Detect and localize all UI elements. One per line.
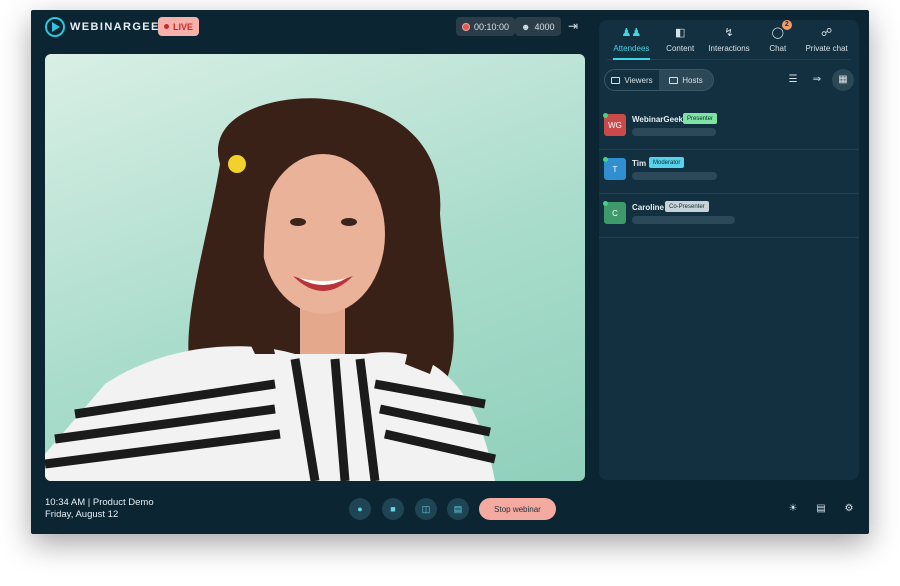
viewers-toggle-button[interactable]: Viewers [605,70,659,90]
placeholder-bar [632,216,735,224]
brightness-icon[interactable]: ☀ [786,502,800,516]
hosts-toggle-button[interactable]: Hosts [659,70,713,90]
viewers-label: Viewers [624,75,653,85]
private-chat-icon: ☍ [821,27,833,39]
webinargeek-logo: WEBINARGEEK [45,17,169,37]
people-icon: ♟♟ [621,27,642,39]
tab-label: Interactions [708,44,750,53]
avatar: C [604,202,626,224]
logo-text: WEBINARGEEK [70,21,170,33]
bolt-icon: ↯ [724,27,734,39]
camera-button[interactable]: ■ [382,498,404,520]
layout-icon[interactable]: ▤ [814,502,828,516]
settings-gear-icon[interactable]: ⚙ [842,502,856,516]
host-name: Tim [632,159,647,168]
tab-label: Private chat [805,44,848,53]
filter-icon[interactable]: ☰ [785,72,801,88]
image-icon: ▤ [453,503,463,514]
attendee-count: 4000 [534,21,555,32]
stop-webinar-button[interactable]: Stop webinar [479,498,556,520]
tab-interactions[interactable]: ↯ Interactions [705,20,754,59]
host-name: WebinarGeek [632,115,683,124]
placeholder-bar [632,172,717,180]
avatar: WG [604,114,626,136]
tab-chat[interactable]: ◯ 2 Chat [753,20,802,59]
host-name: Caroline [632,203,665,212]
microphone-icon: ● [357,504,363,514]
media-button[interactable]: ▤ [447,498,469,520]
online-status-icon [603,113,608,118]
live-label: LIVE [173,21,194,32]
people-icon: ☻ [521,21,531,32]
tab-content[interactable]: ◧ Content [656,20,705,59]
online-status-icon [603,157,608,162]
list-item[interactable]: T Tim Moderator [599,150,859,194]
hosts-list: WG WebinarGeek Presenter T Tim Moderator… [599,106,859,238]
screen-share-button[interactable]: ◫ [415,498,437,520]
session-time-title: 10:34 AM | Product Demo [45,497,154,508]
session-date: Friday, August 12 [45,509,119,520]
recording-timer: 00:10:00 [456,17,516,36]
presenter-image [45,98,496,481]
sidebar-tabs: ♟♟ Attendees ◧ Content ↯ Interactions ◯ … [607,20,851,60]
chat-unread-badge: 2 [781,20,792,30]
role-badge: Presenter [683,113,718,124]
tab-private-chat[interactable]: ☍ Private chat [802,20,851,59]
sign-in-icon[interactable]: ⇒ [809,72,825,88]
attendee-counter: ☻ 4000 [515,17,561,36]
attendees-sidebar: ♟♟ Attendees ◧ Content ↯ Interactions ◯ … [599,20,859,480]
folder-icon: ◧ [674,27,686,39]
avatar: T [604,158,626,180]
role-badge: Moderator [649,157,685,168]
camera-icon: ■ [390,504,396,514]
hosts-label: Hosts [682,75,703,85]
tab-attendees[interactable]: ♟♟ Attendees [607,20,656,60]
tab-label: Chat [769,44,787,53]
chat-icon: ◯ [771,27,784,39]
list-item[interactable]: WG WebinarGeek Presenter [599,106,859,150]
play-logo-icon [45,17,65,37]
screen-icon [611,76,621,84]
list-item[interactable]: C Caroline Co-Presenter [599,194,859,238]
exit-icon[interactable]: ⇥ [566,19,580,33]
image-icon [669,76,679,84]
placeholder-bar [632,128,716,136]
live-badge: LIVE [158,17,200,36]
live-dot-icon [164,24,169,29]
contact-card-icon[interactable]: ▦ [832,69,854,91]
recording-time: 00:10:00 [474,21,510,32]
role-badge: Co-Presenter [665,201,709,212]
webinar-app-window: WEBINARGEEK LIVE 00:10:00 ☻ 4000 ⇥ ♟♟ At… [31,10,869,534]
microphone-button[interactable]: ● [349,498,371,520]
viewers-hosts-toggle: Viewers Hosts [604,69,714,91]
record-icon [462,22,470,31]
presenter-video [45,54,585,481]
online-status-icon [603,201,608,206]
screen-share-icon: ◫ [421,503,431,514]
tab-label: Content [666,44,695,53]
tab-label: Attendees [613,44,650,53]
